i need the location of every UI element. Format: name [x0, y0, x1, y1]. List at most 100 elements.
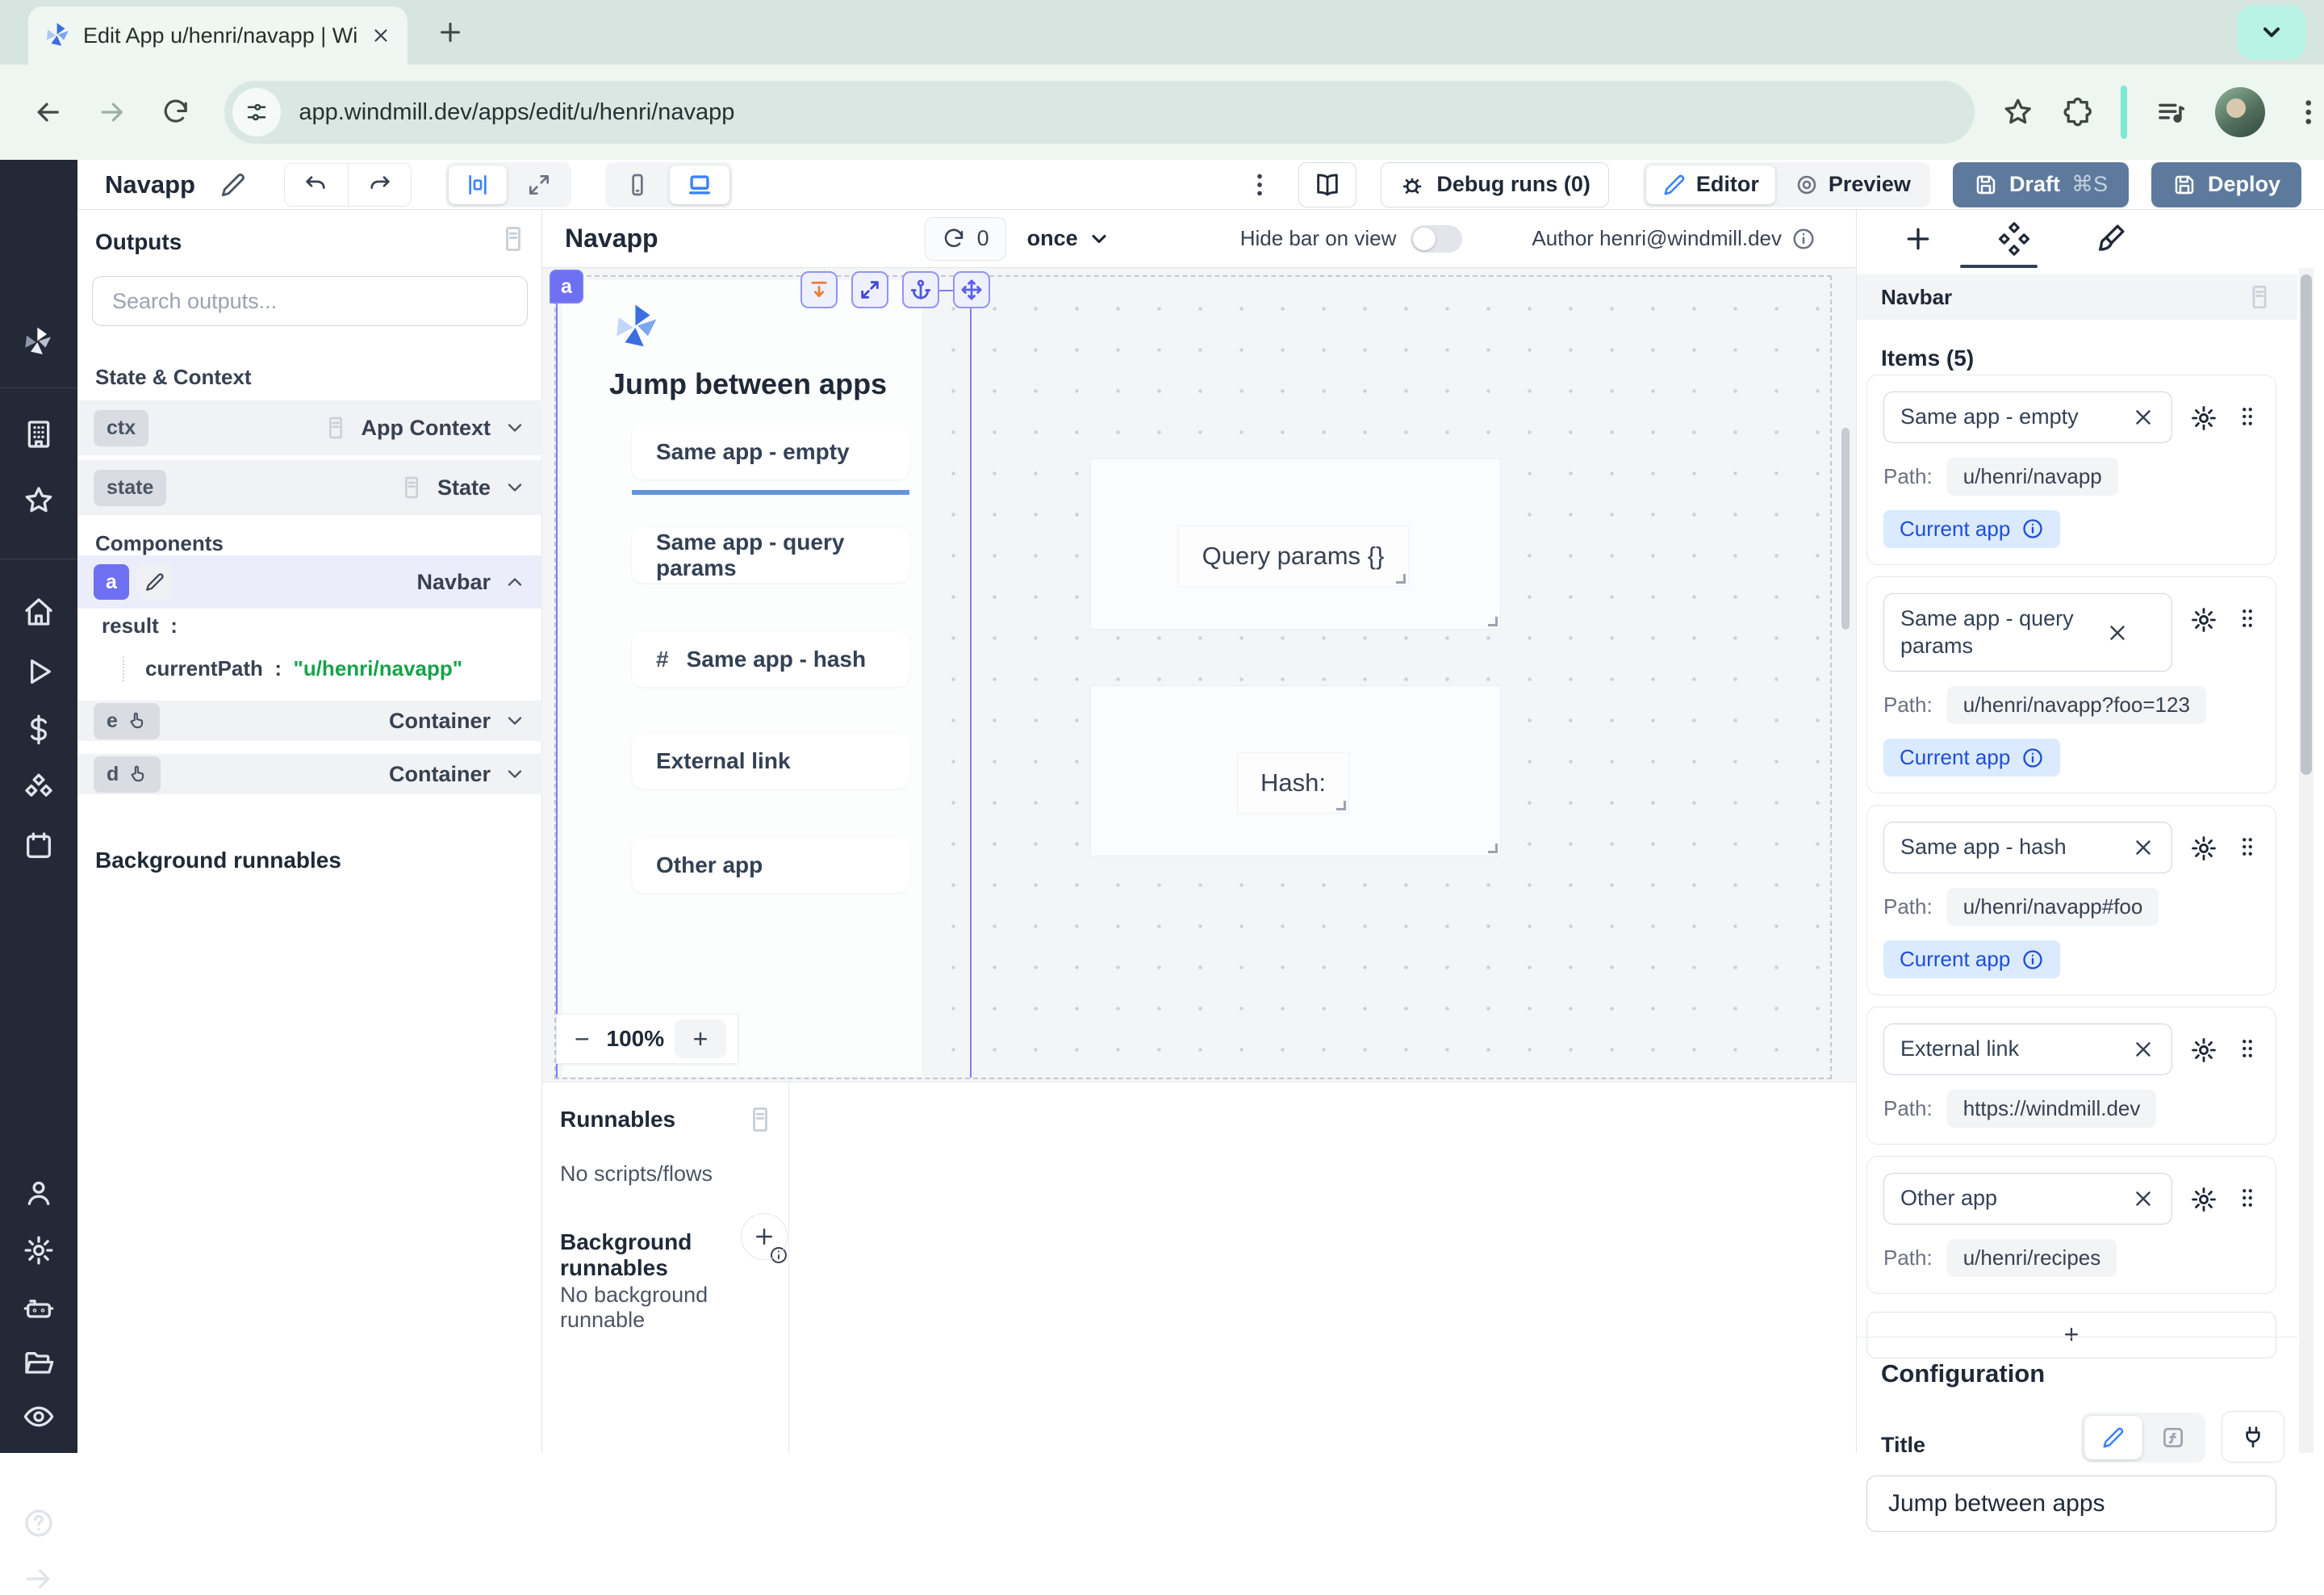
profile-avatar[interactable]: [2215, 87, 2264, 137]
canvas-scrollbar[interactable]: [1841, 428, 1850, 630]
collapse-arrow-icon[interactable]: [23, 1563, 55, 1595]
add-component-tab-plus-icon[interactable]: [1902, 223, 1934, 255]
browser-menu-kebab-icon[interactable]: [2293, 96, 2324, 128]
preview-tab[interactable]: Preview: [1779, 165, 1927, 204]
full-width-button[interactable]: [510, 165, 568, 204]
mobile-view-button[interactable]: [608, 165, 667, 204]
drag-handle-icon[interactable]: [2235, 606, 2259, 630]
drag-handle-icon[interactable]: [2235, 1186, 2259, 1210]
nav-item-query-params[interactable]: Same app - query params: [632, 528, 909, 583]
hide-bar-toggle[interactable]: [1411, 225, 1462, 253]
zoom-out-button[interactable]: −: [568, 1024, 596, 1054]
workers-robot-icon[interactable]: [23, 1292, 55, 1325]
info-icon[interactable]: [2021, 517, 2044, 540]
component-d-row[interactable]: d Container: [77, 754, 542, 794]
browser-tab[interactable]: Edit App u/henri/navapp | Win: [28, 6, 408, 65]
component-result-tree[interactable]: result : currentPath : "u/henri/navapp": [102, 613, 462, 681]
chevron-down-icon[interactable]: [504, 710, 526, 732]
info-icon[interactable]: [1791, 227, 1816, 251]
item-label-select[interactable]: External link: [1883, 1024, 2172, 1075]
add-background-runnable-button[interactable]: [741, 1213, 788, 1260]
item-label-select[interactable]: Same app - hash: [1883, 822, 2172, 873]
panel-doc-icon[interactable]: [2246, 283, 2273, 311]
search-outputs-input[interactable]: [92, 276, 528, 326]
doc-icon[interactable]: [323, 415, 349, 441]
title-input[interactable]: [1866, 1476, 2276, 1532]
editor-tab[interactable]: Editor: [1646, 165, 1775, 204]
redo-button[interactable]: [348, 164, 411, 206]
component-tag[interactable]: a: [550, 270, 583, 304]
undo-button[interactable]: [285, 164, 348, 206]
panel-doc-icon[interactable]: [746, 1105, 775, 1134]
item-settings-gear-icon[interactable]: [2190, 1036, 2217, 1064]
expand-to-bottom-button[interactable]: [800, 271, 838, 308]
component-border-right[interactable]: [970, 277, 972, 1078]
bookmark-star-icon[interactable]: [2002, 96, 2034, 128]
component-a-row[interactable]: a Navbar: [77, 555, 542, 609]
deploy-button[interactable]: Deploy: [2151, 162, 2301, 207]
extensions-icon[interactable]: [2062, 96, 2093, 128]
add-item-button[interactable]: +: [1866, 1312, 2276, 1358]
workspace-buildings-icon[interactable]: [23, 418, 55, 450]
component-e-row[interactable]: e Container: [77, 701, 542, 741]
desktop-view-button[interactable]: [670, 165, 729, 204]
chevron-down-icon[interactable]: [504, 417, 526, 439]
reload-icon[interactable]: [161, 97, 190, 128]
nav-item-external-link[interactable]: External link: [632, 734, 909, 789]
chevron-down-icon[interactable]: [504, 476, 526, 499]
doc-icon[interactable]: [399, 475, 424, 500]
app-canvas[interactable]: Jump between apps Same app - empty Same …: [542, 268, 1856, 1082]
docs-button[interactable]: [1298, 162, 1356, 207]
drag-handle-icon[interactable]: [2235, 1036, 2259, 1061]
hash-container[interactable]: Hash:: [1091, 686, 1500, 856]
drag-handle-icon[interactable]: [2235, 404, 2259, 429]
hash-text[interactable]: Hash:: [1238, 753, 1348, 813]
remove-x-icon[interactable]: [2105, 621, 2130, 645]
item-settings-gear-icon[interactable]: [2190, 404, 2217, 432]
maximize-button[interactable]: [851, 271, 888, 308]
chevron-up-icon[interactable]: [504, 571, 526, 593]
remove-x-icon[interactable]: [2131, 1037, 2155, 1061]
remove-x-icon[interactable]: [2131, 1187, 2155, 1211]
resize-handle[interactable]: [1488, 617, 1498, 626]
new-tab-icon[interactable]: [436, 18, 465, 47]
variables-dollar-icon[interactable]: [23, 714, 55, 746]
settings-gear-icon[interactable]: [23, 1234, 55, 1266]
item-settings-gear-icon[interactable]: [2190, 835, 2217, 862]
back-icon[interactable]: [32, 96, 64, 128]
edit-id-pencil-icon[interactable]: [137, 564, 173, 600]
zoom-in-button[interactable]: +: [675, 1019, 726, 1058]
refresh-button[interactable]: 0: [925, 217, 1006, 261]
resize-handle[interactable]: [1336, 801, 1346, 810]
anchor-button[interactable]: [902, 271, 939, 308]
scrollbar-thumb[interactable]: [2301, 274, 2312, 775]
item-settings-gear-icon[interactable]: [2190, 606, 2217, 634]
components-tab-grid-icon[interactable]: [1997, 222, 2031, 256]
nav-item-same-app-empty[interactable]: Same app - empty: [632, 425, 909, 479]
drag-handle-icon[interactable]: [2235, 835, 2259, 859]
theme-tab-brush-icon[interactable]: [2094, 223, 2126, 255]
url-text[interactable]: app.windmill.dev/apps/edit/u/henri/navap…: [299, 99, 734, 126]
remove-x-icon[interactable]: [2131, 405, 2155, 429]
state-row[interactable]: state State: [77, 460, 542, 515]
users-person-icon[interactable]: [23, 1177, 55, 1209]
info-icon[interactable]: [2021, 948, 2044, 971]
favorites-star-icon[interactable]: [23, 484, 55, 517]
navbar-component[interactable]: Jump between apps Same app - empty Same …: [562, 280, 922, 1076]
more-menu-kebab-icon[interactable]: [1245, 170, 1274, 199]
ctx-row[interactable]: ctx App Context: [77, 400, 542, 455]
draft-button[interactable]: Draft ⌘S: [1953, 162, 2129, 207]
settings-scrollbar[interactable]: [2299, 268, 2314, 1453]
item-label-select[interactable]: Same app - query params: [1883, 593, 2172, 672]
chevron-down-icon[interactable]: [504, 763, 526, 785]
connect-plug-button[interactable]: [2222, 1411, 2284, 1463]
media-playlist-icon[interactable]: [2155, 95, 2188, 129]
item-settings-gear-icon[interactable]: [2190, 1186, 2217, 1213]
nav-item-other-app[interactable]: Other app: [632, 838, 909, 893]
rename-pencil-icon[interactable]: [219, 171, 247, 199]
schedules-calendar-icon[interactable]: [23, 830, 55, 862]
remove-x-icon[interactable]: [2131, 835, 2155, 860]
folders-icon[interactable]: [23, 1348, 55, 1380]
debug-runs-button[interactable]: Debug runs (0): [1381, 162, 1609, 207]
tab-list-button[interactable]: [2237, 5, 2306, 60]
